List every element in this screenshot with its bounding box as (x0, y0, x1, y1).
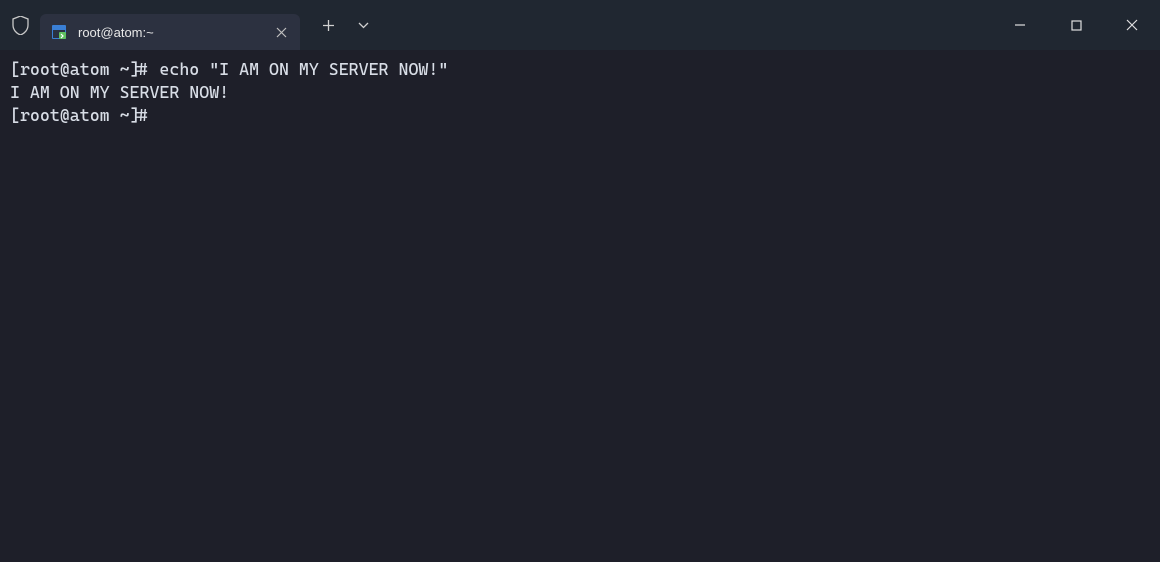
titlebar: root@atom:~ (0, 0, 1160, 50)
close-button[interactable] (1104, 0, 1160, 50)
terminal-icon (50, 23, 68, 41)
close-icon[interactable] (270, 21, 292, 43)
minimize-button[interactable] (992, 0, 1048, 50)
maximize-button[interactable] (1048, 0, 1104, 50)
titlebar-left: root@atom:~ (0, 0, 378, 50)
window-controls (992, 0, 1160, 50)
tab-title: root@atom:~ (78, 25, 270, 40)
new-tab-button[interactable] (308, 5, 348, 45)
terminal-line: [root@atom ~]# echo "I AM ON MY SERVER N… (10, 58, 1150, 81)
terminal-line: [root@atom ~]# (10, 104, 1150, 127)
shield-icon[interactable] (0, 0, 40, 50)
terminal-content[interactable]: [root@atom ~]# echo "I AM ON MY SERVER N… (0, 50, 1160, 135)
tab-active[interactable]: root@atom:~ (40, 14, 300, 50)
terminal-line: I AM ON MY SERVER NOW! (10, 81, 1150, 104)
chevron-down-icon[interactable] (348, 5, 378, 45)
